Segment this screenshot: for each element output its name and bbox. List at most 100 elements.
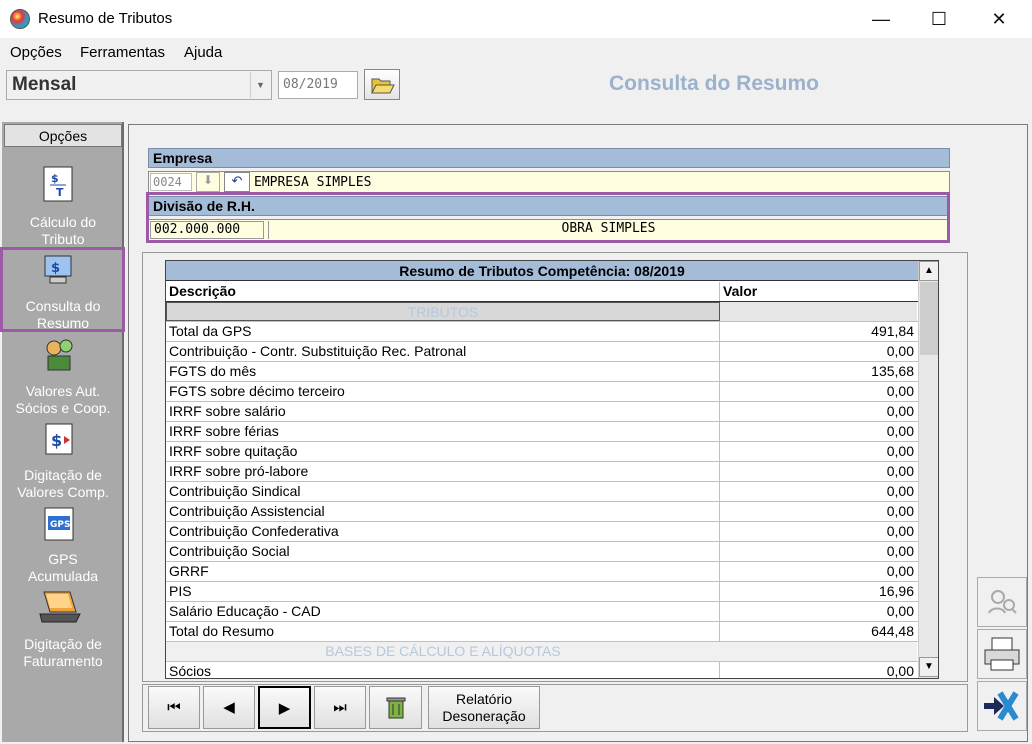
laptop-icon: [38, 588, 82, 626]
exit-button[interactable]: [977, 681, 1027, 731]
open-folder-button[interactable]: [364, 69, 400, 100]
table-row[interactable]: Contribuição Assistencial 0,00: [166, 502, 918, 522]
table-row[interactable]: Total do Resumo 644,48: [166, 622, 918, 642]
table-row[interactable]: Contribuição Social 0,00: [166, 542, 918, 562]
table-row[interactable]: Contribuição - Contr. Substituição Rec. …: [166, 342, 918, 362]
table-row[interactable]: Salário Educação - CAD 0,00: [166, 602, 918, 622]
row-valor: 0,00: [886, 663, 914, 679]
row-valor: 135,68: [871, 363, 914, 379]
relatorio-desoneracao-button[interactable]: Relatório Desoneração: [428, 686, 540, 729]
row-descricao: Contribuição Social: [166, 542, 720, 561]
print-button[interactable]: [977, 629, 1027, 679]
table-row[interactable]: Sócios 0,00: [166, 662, 918, 679]
row-valor: 0,00: [886, 443, 914, 459]
trash-icon: [386, 697, 405, 719]
row-valor: 644,48: [871, 623, 914, 639]
section-value: [720, 642, 917, 661]
vertical-scrollbar[interactable]: ▲ ▼: [918, 261, 938, 678]
section-bases: BASES DE CÁLCULO E ALÍQUOTAS: [166, 642, 918, 662]
row-valor: 0,00: [886, 483, 914, 499]
table-row[interactable]: IRRF sobre salário 0,00: [166, 402, 918, 422]
printer-icon: [984, 637, 1020, 671]
row-descricao: IRRF sobre quitação: [166, 442, 720, 461]
trash-button[interactable]: [369, 686, 422, 729]
col-descricao: Descrição: [166, 282, 720, 301]
sidebar-item-digitacao-valores[interactable]: Digitação de Valores Comp.: [2, 467, 124, 501]
row-descricao: Total do Resumo: [166, 622, 720, 641]
row-descricao: IRRF sobre pró-labore: [166, 462, 720, 481]
menu-opcoes[interactable]: Opções: [10, 44, 62, 61]
page-title: Consulta do Resumo: [609, 72, 820, 95]
table-row[interactable]: GRRF 0,00: [166, 562, 918, 582]
table-row[interactable]: FGTS do mês 135,68: [166, 362, 918, 382]
empresa-code-input[interactable]: 0024: [150, 173, 192, 191]
row-descricao: IRRF sobre salário: [166, 402, 720, 421]
row-valor: 0,00: [886, 463, 914, 479]
period-value: Mensal: [12, 74, 77, 95]
table-row[interactable]: IRRF sobre férias 0,00: [166, 422, 918, 442]
row-valor: 16,96: [878, 583, 914, 599]
row-descricao: Sócios: [166, 662, 720, 678]
row-valor: 0,00: [886, 523, 914, 539]
row-descricao: Contribuição Assistencial: [166, 502, 720, 521]
grid-header-row: Descrição Valor: [166, 282, 918, 302]
row-descricao: Salário Educação - CAD: [166, 602, 720, 621]
folder-icon: [371, 78, 395, 94]
maximize-button[interactable]: ☐: [916, 0, 962, 38]
grid-caption: Resumo de Tributos Competência: 08/2019: [166, 261, 918, 281]
sidebar-item-faturamento[interactable]: Digitação de Faturamento: [2, 636, 124, 670]
sidebar-item-valores-aut[interactable]: Valores Aut. Sócios e Coop.: [2, 383, 124, 417]
row-valor: 0,00: [886, 603, 914, 619]
sidebar-item-gps[interactable]: GPS Acumulada: [2, 551, 124, 585]
table-row[interactable]: Contribuição Confederativa 0,00: [166, 522, 918, 542]
svg-text:T: T: [56, 186, 64, 199]
svg-text:GPS: GPS: [50, 520, 70, 530]
sidebar-item-calculo[interactable]: Cálculo do Tributo: [2, 214, 124, 248]
divisao-highlight: [146, 192, 950, 243]
menu-ajuda[interactable]: Ajuda: [184, 44, 222, 61]
window-title: Resumo de Tributos: [38, 10, 173, 27]
section-tributos: TRIBUTOS: [166, 302, 918, 322]
table-row[interactable]: IRRF sobre pró-labore 0,00: [166, 462, 918, 482]
sidebar-tab-opcoes[interactable]: Opções: [4, 124, 122, 147]
chevron-down-icon[interactable]: ▼: [250, 72, 270, 98]
row-descricao: PIS: [166, 582, 720, 601]
row-valor: 0,00: [886, 383, 914, 399]
row-valor: 0,00: [886, 503, 914, 519]
scroll-thumb[interactable]: [920, 282, 938, 355]
empresa-header: Empresa: [148, 148, 950, 168]
prev-record-button[interactable]: ◀: [203, 686, 255, 729]
row-descricao: Contribuição Sindical: [166, 482, 720, 501]
table-row[interactable]: Contribuição Sindical 0,00: [166, 482, 918, 502]
table-row[interactable]: Total da GPS 491,84: [166, 322, 918, 342]
resumo-grid: Resumo de Tributos Competência: 08/2019 …: [165, 260, 939, 679]
calc-document-icon: $ T: [42, 166, 76, 204]
next-record-button[interactable]: ▶: [258, 686, 311, 729]
menu-ferramentas[interactable]: Ferramentas: [80, 44, 165, 61]
close-button[interactable]: ✕: [976, 0, 1022, 38]
row-descricao: Total da GPS: [166, 322, 720, 341]
scroll-down-icon[interactable]: ▼: [919, 657, 938, 677]
money-form-icon: $: [42, 422, 76, 460]
table-row[interactable]: PIS 16,96: [166, 582, 918, 602]
table-row[interactable]: FGTS sobre décimo terceiro 0,00: [166, 382, 918, 402]
table-row[interactable]: IRRF sobre quitação 0,00: [166, 442, 918, 462]
row-valor: 491,84: [871, 323, 914, 339]
svg-text:$: $: [51, 431, 62, 450]
search-person-icon: [988, 590, 1017, 614]
section-value: [720, 302, 917, 321]
search-user-button[interactable]: [977, 577, 1027, 627]
download-icon[interactable]: ⬇: [196, 172, 220, 192]
last-record-button[interactable]: ⏭: [314, 686, 366, 729]
row-descricao: FGTS sobre décimo terceiro: [166, 382, 720, 401]
first-record-button[interactable]: ⏮: [148, 686, 200, 729]
row-descricao: IRRF sobre férias: [166, 422, 720, 441]
row-descricao: GRRF: [166, 562, 720, 581]
competencia-input[interactable]: 08/2019: [278, 71, 358, 99]
people-money-icon: [42, 336, 76, 374]
selected-item-highlight: [0, 247, 125, 332]
scroll-up-icon[interactable]: ▲: [919, 261, 938, 281]
undo-icon[interactable]: ↶: [224, 172, 250, 192]
minimize-button[interactable]: —: [858, 0, 904, 38]
section-label: BASES DE CÁLCULO E ALÍQUOTAS: [166, 642, 720, 661]
